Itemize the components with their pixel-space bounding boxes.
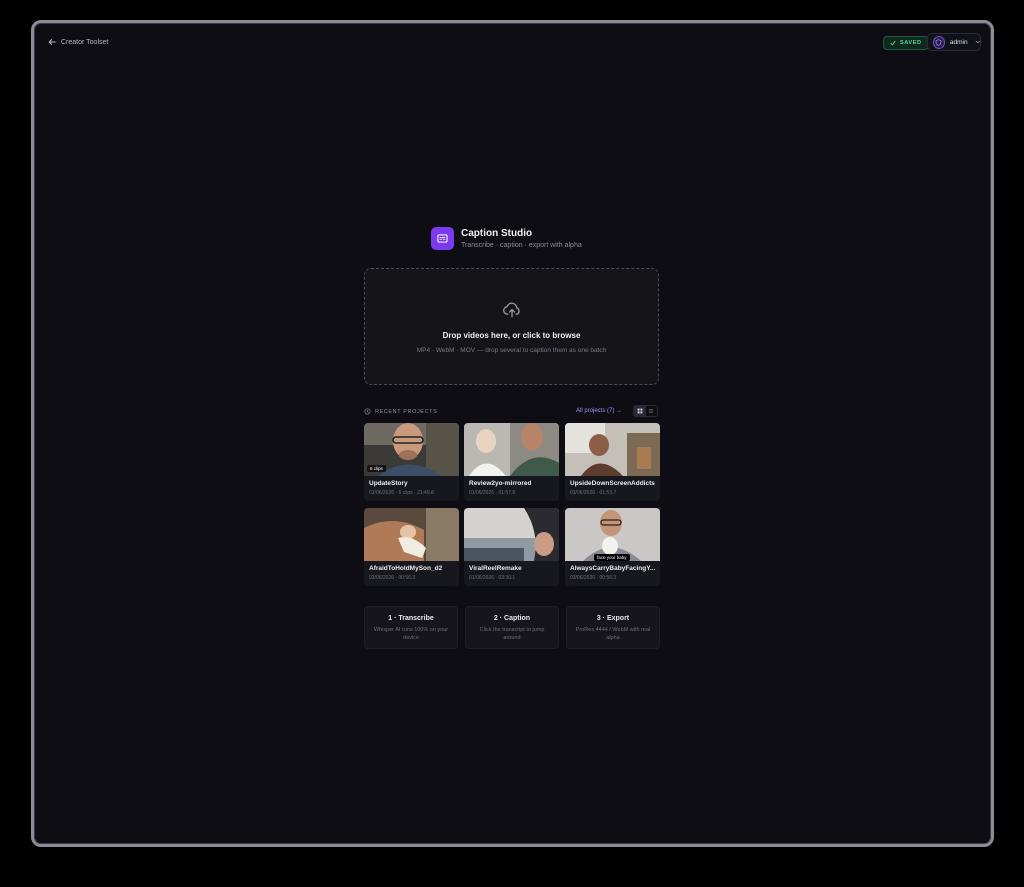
- project-title: UpdateStory: [369, 480, 408, 487]
- caption-overlay: face your baby: [594, 554, 630, 561]
- step-description: Whisper AI runs 100% on your device: [373, 627, 449, 641]
- list-icon: [649, 409, 654, 413]
- project-meta: 03/06/2026 · 00:56.3: [369, 575, 416, 581]
- app-logo: [431, 227, 454, 250]
- app-window: Creator Toolset SAVED admin Caption Stud…: [31, 20, 994, 847]
- video-dropzone[interactable]: Drop videos here, or click to browse MP4…: [364, 268, 659, 385]
- project-title: UpsideDownScreenAddicts: [570, 480, 655, 487]
- recent-projects-label: RECENT PROJECTS: [364, 408, 437, 415]
- all-projects-link[interactable]: All projects (7) →: [576, 408, 622, 414]
- video-thumbnail-image: [464, 423, 559, 476]
- step-card: 3 · Export ProRes 4444 / WebM with real …: [566, 606, 660, 649]
- step-card: 2 · Caption Click the transcript to jump…: [465, 606, 559, 649]
- clip-count-badge: 6 clips: [367, 465, 386, 472]
- page-subtitle: Transcribe · caption · export with alpha: [461, 242, 582, 249]
- grid-view-button[interactable]: [634, 406, 646, 416]
- view-toggle: [633, 405, 658, 417]
- project-thumbnail: [565, 423, 660, 476]
- project-title: AfraidToHoldMySon_d2: [369, 565, 443, 572]
- user-menu-button[interactable]: admin: [927, 33, 981, 51]
- recent-projects-label-text: RECENT PROJECTS: [375, 408, 438, 415]
- back-link[interactable]: Creator Toolset: [48, 38, 108, 46]
- step-title: 3 · Export: [596, 615, 630, 622]
- top-bar: Creator Toolset SAVED admin: [34, 23, 991, 65]
- step-title: 1 · Transcribe: [388, 615, 434, 622]
- shield-icon: [936, 38, 942, 46]
- project-card[interactable]: 6 clips UpdateStory 03/06/2026 · 6 clips…: [364, 423, 459, 501]
- dropzone-subtitle: MP4 · WebM · MOV — drop several to capti…: [416, 347, 607, 354]
- step-description: ProRes 4444 / WebM with real alpha: [575, 627, 651, 641]
- project-thumbnail: [464, 423, 559, 476]
- project-title: Review2yo-mirrored: [469, 480, 532, 487]
- clock-icon: [364, 408, 371, 415]
- cloud-upload-icon: [503, 302, 520, 318]
- step-card: 1 · Transcribe Whisper AI runs 100% on y…: [364, 606, 458, 649]
- captions-icon: [437, 234, 448, 243]
- recent-projects-header: RECENT PROJECTS All projects (7) →: [364, 405, 659, 418]
- user-name: admin: [949, 38, 968, 46]
- project-card[interactable]: Review2yo-mirrored 01/06/2026 · 01:57.8: [464, 423, 559, 501]
- dropzone-title: Drop videos here, or click to browse: [442, 331, 581, 340]
- project-card[interactable]: UpsideDownScreenAddicts 03/06/2026 · 01:…: [565, 423, 660, 501]
- video-thumbnail-image: [364, 508, 459, 561]
- video-thumbnail-image: [464, 508, 559, 561]
- project-title: AlwaysCarryBabyFacingY...: [570, 565, 656, 572]
- arrow-left-icon: [48, 39, 56, 45]
- project-thumbnail: 6 clips: [364, 423, 459, 476]
- project-thumbnail: [364, 508, 459, 561]
- project-title: ViralReelRemake: [469, 565, 522, 572]
- saved-label: SAVED: [900, 40, 922, 46]
- project-card[interactable]: AfraidToHoldMySon_d2 03/06/2026 · 00:56.…: [364, 508, 459, 586]
- project-meta: 01/06/2026 · 01:57.8: [469, 490, 516, 496]
- project-thumbnail: face your baby: [565, 508, 660, 561]
- app-header: Caption Studio Transcribe · caption · ex…: [431, 227, 582, 250]
- grid-icon: [637, 408, 643, 414]
- project-meta: 03/06/2026 · 01:53.7: [570, 490, 617, 496]
- saved-badge: SAVED: [883, 36, 929, 50]
- chevron-down-icon: [975, 40, 980, 44]
- step-title: 2 · Caption: [493, 615, 531, 622]
- project-meta: 03/06/2026 · 6 clips · 21:49.8: [369, 490, 434, 496]
- check-icon: [890, 40, 896, 46]
- project-card[interactable]: ViralReelRemake 01/06/2026 · 03:30.1: [464, 508, 559, 586]
- step-description: Click the transcript to jump around: [479, 627, 545, 641]
- video-thumbnail-image: [565, 423, 660, 476]
- project-card[interactable]: face your baby AlwaysCarryBabyFacingY...…: [565, 508, 660, 586]
- project-thumbnail: [464, 508, 559, 561]
- project-meta: 01/06/2026 · 03:30.1: [469, 575, 516, 581]
- list-view-button[interactable]: [646, 406, 658, 416]
- project-meta: 03/06/2026 · 00:56.3: [570, 575, 617, 581]
- avatar: [933, 35, 945, 49]
- back-link-label: Creator Toolset: [61, 38, 109, 46]
- page-title: Caption Studio: [461, 228, 533, 239]
